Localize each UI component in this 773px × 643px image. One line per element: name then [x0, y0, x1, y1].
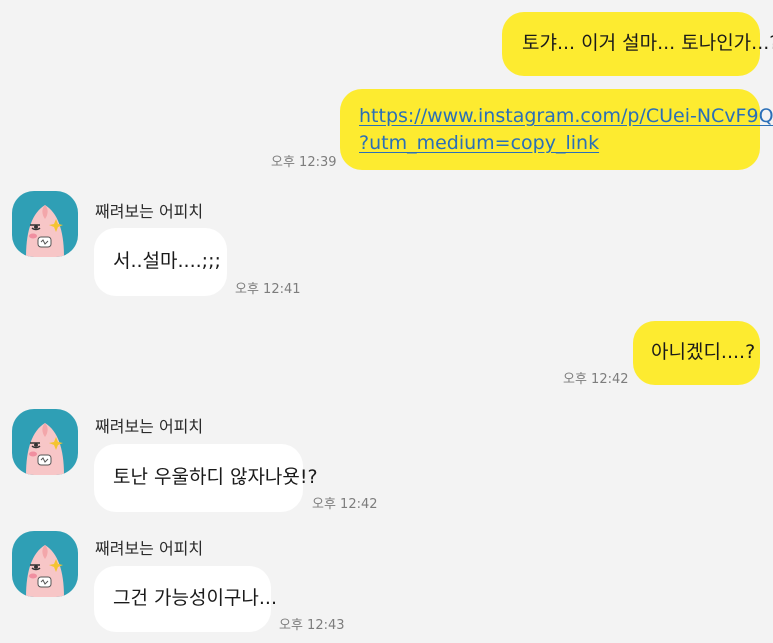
sender-avatar[interactable] [12, 191, 78, 257]
message-time: 오후 12:41 [235, 282, 301, 297]
sender-name: 째려보는 어피치 [95, 539, 204, 558]
other-message-bubble[interactable]: 토난 우울하디 않자나욧!? [94, 444, 318, 512]
other-message-bubble[interactable]: 서..설마....;;; [94, 228, 227, 296]
message-text: 토난 우울하디 않자나욧!? [113, 466, 318, 488]
message-text: 서..설마....;;; [113, 250, 221, 272]
sender-avatar[interactable] [12, 531, 78, 597]
message-text: 아니겠디....? [651, 341, 756, 363]
apeach-glare-avatar-icon [26, 545, 64, 597]
my-message-bubble[interactable]: 아니겠디....? [633, 321, 760, 385]
shared-link-line-2[interactable]: ?utm_medium=copy_link [359, 130, 742, 157]
apeach-glare-avatar-icon [26, 423, 64, 475]
my-message-bubble[interactable]: 토갸... 이거 설마... 토나인가...? [502, 12, 773, 76]
message-time: 오후 12:42 [563, 372, 629, 387]
sender-name: 째려보는 어피치 [95, 202, 204, 221]
message-time: 오후 12:43 [279, 618, 345, 633]
message-text: 토갸... 이거 설마... 토나인가...? [522, 32, 773, 54]
message-time: 오후 12:42 [312, 497, 378, 512]
message-time: 오후 12:39 [271, 155, 337, 170]
message-text: 그건 가능성이구나... [113, 587, 277, 609]
apeach-glare-avatar-icon [26, 205, 64, 257]
my-link-message-bubble[interactable]: https://www.instagram.com/p/CUei-NCvF9Q/… [340, 89, 773, 170]
chat-room: 토갸... 이거 설마... 토나인가...? 오후 12:39 https:/… [0, 0, 773, 643]
shared-link-line-1[interactable]: https://www.instagram.com/p/CUei-NCvF9Q/ [359, 103, 773, 130]
sender-avatar[interactable] [12, 409, 78, 475]
other-message-bubble[interactable]: 그건 가능성이구나... [94, 566, 277, 632]
sender-name: 째려보는 어피치 [95, 417, 204, 436]
